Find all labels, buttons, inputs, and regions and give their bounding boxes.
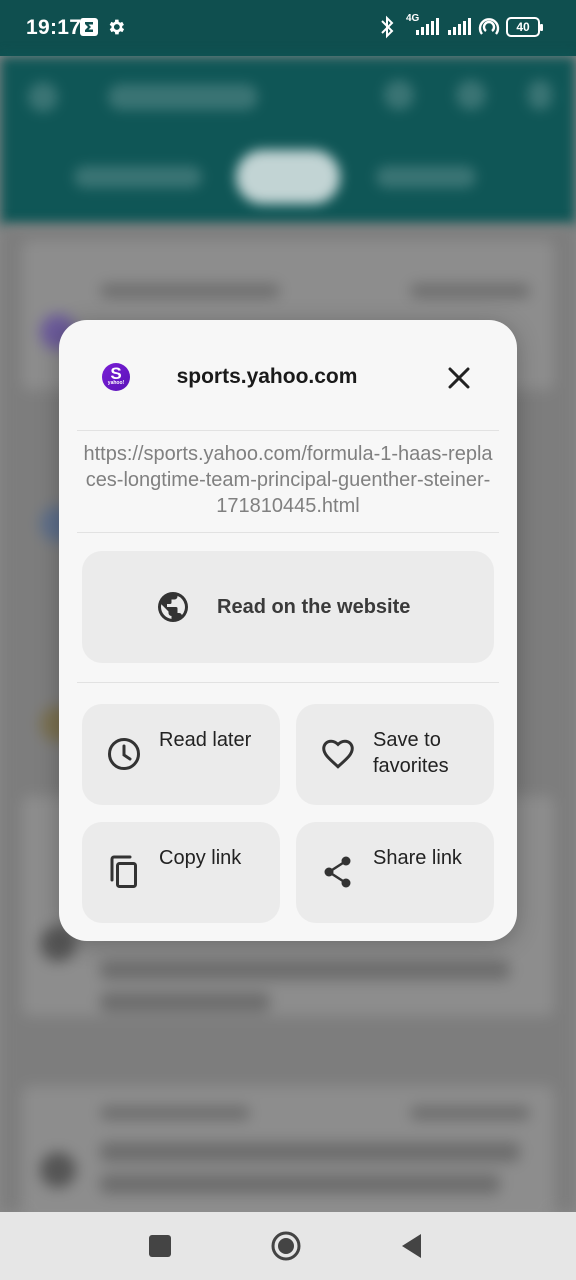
settings-gear-icon: [109, 19, 125, 35]
status-time: 19:17: [26, 16, 82, 39]
globe-icon: [158, 592, 188, 622]
read-later-button[interactable]: Read later: [82, 704, 280, 805]
heart-icon: [322, 739, 354, 769]
battery-icon: 40: [506, 17, 543, 37]
copy-link-button[interactable]: Copy link: [82, 822, 280, 923]
divider: [77, 430, 499, 431]
copy-link-label: Copy link: [159, 847, 242, 869]
read-later-label: Read later: [159, 729, 252, 751]
background-toolbar: [0, 56, 576, 226]
share-link-label: Share link: [373, 847, 462, 869]
bluetooth-icon: [381, 15, 394, 39]
copy-icon: [110, 855, 137, 888]
save-to-favorites-button[interactable]: Save to favorites: [296, 704, 494, 805]
site-title: sports.yahoo.com: [176, 365, 358, 388]
system-nav-bar: [0, 1212, 576, 1280]
share-icon: [324, 856, 351, 888]
signal-icon: [448, 18, 471, 35]
recents-square-icon[interactable]: [144, 1230, 176, 1262]
home-circle-icon[interactable]: [270, 1230, 302, 1262]
article-url: https://sports.yahoo.com/formula-1-haas-…: [83, 443, 493, 517]
save-to-favorites-label: Save to favorites: [373, 729, 449, 777]
status-bar: 19:17 4G 40: [0, 0, 576, 56]
yahoo-sports-logo: Syahoo!: [102, 363, 130, 391]
link-options-dialog: Syahoo! sports.yahoo.com https://sports.…: [59, 320, 517, 941]
read-on-website-button[interactable]: Read on the website: [82, 551, 494, 663]
hotspot-icon: [478, 18, 500, 35]
close-icon[interactable]: [441, 360, 477, 396]
clock-icon: [108, 738, 140, 770]
read-on-website-label: Read on the website: [217, 596, 411, 618]
share-link-button[interactable]: Share link: [296, 822, 494, 923]
sigma-app-icon: [80, 18, 98, 36]
back-triangle-icon[interactable]: [396, 1230, 428, 1262]
divider: [77, 682, 499, 683]
divider: [77, 532, 499, 533]
signal-icon: [416, 18, 439, 35]
